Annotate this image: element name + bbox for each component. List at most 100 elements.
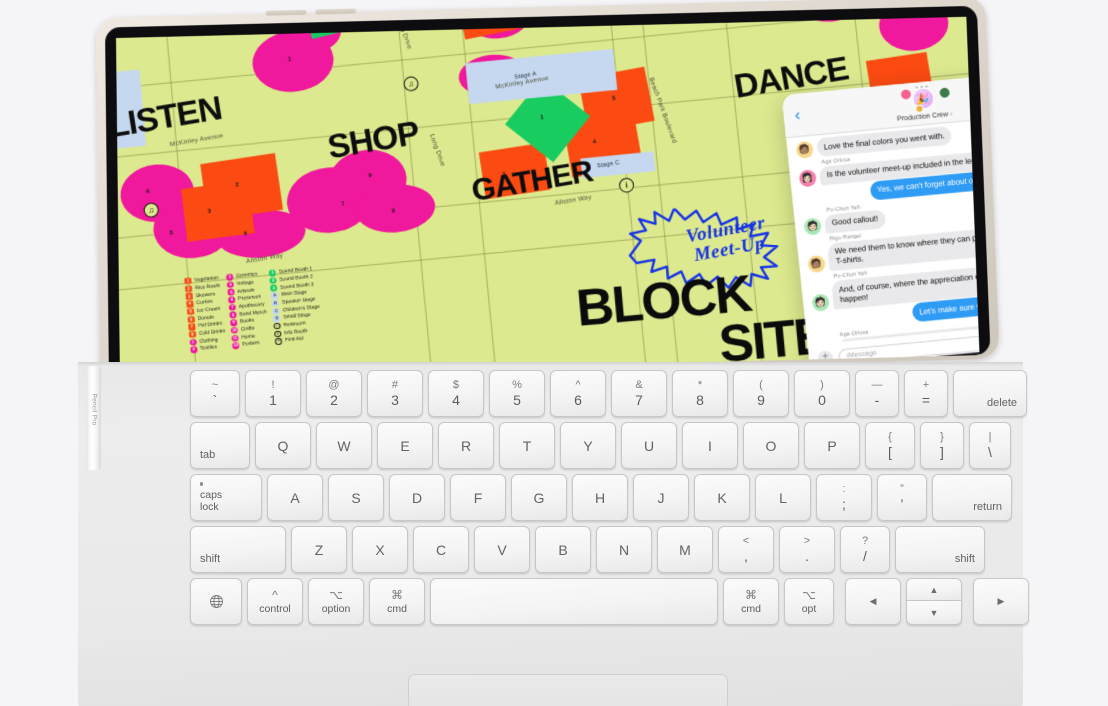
key-e[interactable]: E [377, 422, 433, 469]
key-h[interactable]: H [572, 474, 628, 521]
key-globe[interactable] [190, 578, 242, 625]
key-c[interactable]: C [413, 526, 469, 573]
key-4[interactable]: $4 [428, 370, 484, 417]
trackpad[interactable] [408, 674, 728, 706]
lot-number: 9 [368, 173, 373, 180]
key-bottom-label: / [863, 548, 867, 564]
key-r[interactable]: R [438, 422, 494, 469]
key-semicolon[interactable]: :; [816, 474, 872, 521]
key-minus[interactable]: — - [855, 370, 899, 417]
key-k[interactable]: K [694, 474, 750, 521]
key-y[interactable]: Y [560, 422, 616, 469]
key-m[interactable]: M [657, 526, 713, 573]
volume-down-button[interactable] [315, 8, 357, 15]
key-z[interactable]: Z [291, 526, 347, 573]
key-g[interactable]: G [511, 474, 567, 521]
key-period[interactable]: >. [779, 526, 835, 573]
key-d[interactable]: D [389, 474, 445, 521]
key-bottom-label: , [744, 548, 748, 564]
key-option-left[interactable]: ⌥ option [308, 578, 364, 625]
key-0[interactable]: ) 0 [794, 370, 850, 417]
key-a[interactable]: A [267, 474, 323, 521]
key-6[interactable]: ^ 6 [550, 370, 606, 417]
key-bottom-label: ; [842, 496, 846, 512]
key-slash[interactable]: ? / [840, 526, 890, 573]
key-label: opt [801, 602, 817, 615]
back-icon[interactable]: ‹ [794, 105, 802, 124]
key-cmd-left[interactable]: ⌘ cmd [369, 578, 425, 625]
key-delete[interactable]: delete [953, 370, 1027, 417]
legend-label: Artwork [237, 287, 255, 295]
key-arrow-right[interactable]: ▶ [973, 578, 1029, 625]
key-i[interactable]: I [682, 422, 738, 469]
key-backtick[interactable]: ~ ` [190, 370, 240, 417]
key-option-right[interactable]: ⌥ opt [784, 578, 834, 625]
key-q[interactable]: Q [255, 422, 311, 469]
key-shift-right[interactable]: shift [895, 526, 985, 573]
legend-label: Textiles [199, 344, 218, 353]
key-3[interactable]: #3 [367, 370, 423, 417]
legend-marker: 3 [226, 273, 234, 281]
avatar: 👩🏻 [798, 169, 817, 188]
key-v[interactable]: V [474, 526, 530, 573]
key-o[interactable]: O [743, 422, 799, 469]
key-arrow-up[interactable]: ▲ [906, 578, 962, 601]
key-f[interactable]: F [450, 474, 506, 521]
key-p[interactable]: P [804, 422, 860, 469]
control-glyph-icon: ^ [272, 587, 278, 602]
key-comma[interactable]: <, [718, 526, 774, 573]
key-u[interactable]: U [621, 422, 677, 469]
key-l[interactable]: L [755, 474, 811, 521]
key-x[interactable]: X [352, 526, 408, 573]
key-cmd-right[interactable]: ⌘ cmd [723, 578, 779, 625]
message-thread[interactable]: 🧑🏽 Love the final colors you went with. … [786, 112, 980, 346]
key-space[interactable] [430, 578, 718, 625]
key-shift-left[interactable]: shift [190, 526, 286, 573]
caps-lock-label-1: caps [200, 488, 223, 501]
legend-marker: 8 [188, 331, 197, 339]
key-bottom-label: 4 [452, 392, 460, 408]
key-9[interactable]: (9 [733, 370, 789, 417]
apple-pencil-pro[interactable]: Pencil Pro [86, 366, 101, 470]
key-return[interactable]: return [932, 474, 1012, 521]
key-2[interactable]: @2 [306, 370, 362, 417]
key-bottom-label: 3 [391, 392, 399, 408]
key-5[interactable]: % 5 [489, 370, 545, 417]
key-1[interactable]: ! 1 [245, 370, 301, 417]
key-8[interactable]: * 8 [672, 370, 728, 417]
key-w[interactable]: W [316, 422, 372, 469]
key-control[interactable]: ^ control [247, 578, 303, 625]
key-left-bracket[interactable]: {[ [865, 422, 915, 469]
key-s[interactable]: S [328, 474, 384, 521]
key-7[interactable]: & 7 [611, 370, 667, 417]
key-tab[interactable]: tab [190, 422, 250, 469]
key-j[interactable]: J [633, 474, 689, 521]
key-t[interactable]: T [499, 422, 555, 469]
legend-marker: 3 [185, 292, 194, 300]
imessage-placeholder: iMessage [846, 349, 877, 360]
key-right-bracket[interactable]: }] [920, 422, 964, 469]
legend-marker: 6 [228, 296, 236, 304]
key-arrow-down[interactable]: ▼ [906, 601, 962, 625]
messages-app-window[interactable]: ‹ 🎉 Production Crew › 🧑🏽 Love the final … [781, 63, 980, 376]
avatar: 🧑🏻 [803, 217, 822, 236]
key-backslash[interactable]: | \ [969, 422, 1011, 469]
keyboard-row-modifiers: ^ control ⌥ option ⌘ cmd ⌘ cmd ⌥ opt ◀ ▲… [190, 578, 1029, 625]
legend-marker: 8 [229, 311, 237, 319]
legend-marker: 1 [184, 277, 192, 285]
key-top-label: : [842, 483, 846, 495]
legend-marker: C [272, 307, 281, 315]
key-b[interactable]: B [535, 526, 591, 573]
messages-card: ‹ 🎉 Production Crew › 🧑🏽 Love the final … [781, 68, 980, 374]
volume-up-button[interactable] [265, 9, 307, 16]
option-glyph-icon: ⌥ [802, 587, 816, 602]
key-top-label: | [988, 431, 992, 443]
key-top-label: ) [820, 379, 824, 391]
key-n[interactable]: N [596, 526, 652, 573]
key-arrow-left[interactable]: ◀ [845, 578, 901, 625]
legend-marker: 5 [186, 308, 195, 316]
key-caps-lock[interactable]: caps lock [190, 474, 262, 521]
lot-number: 8 [391, 208, 396, 215]
key-equal[interactable]: + = [904, 370, 948, 417]
key-quote[interactable]: ”’ [877, 474, 927, 521]
